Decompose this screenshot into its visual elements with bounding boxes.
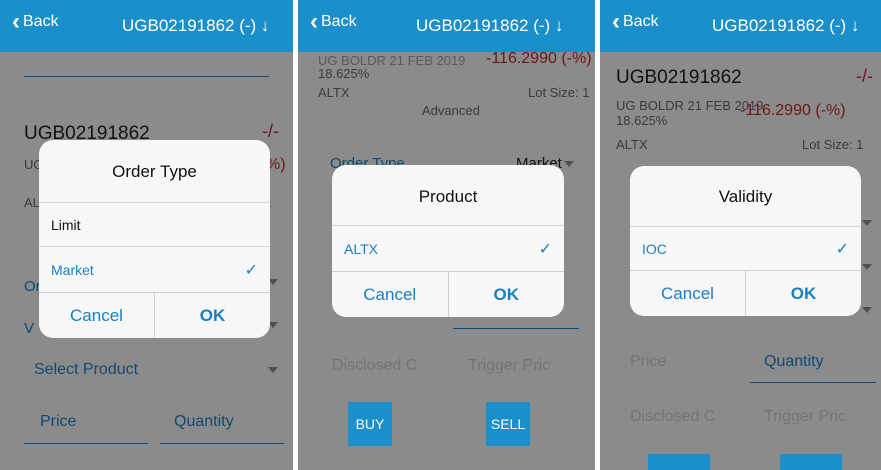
screen-title[interactable]: UGB02191862 (-) ↓	[416, 16, 563, 36]
screen-product: ‹ Back UGB02191862 (-) ↓ UG BOLDR 21 FEB…	[298, 0, 595, 470]
back-button[interactable]: ‹ Back	[12, 8, 59, 35]
option-limit[interactable]: Limit	[39, 202, 270, 246]
chevron-left-icon: ‹	[12, 8, 20, 35]
arrow-down-icon: ↓	[260, 16, 270, 35]
back-button[interactable]: ‹ Back	[612, 8, 659, 35]
chevron-left-icon: ‹	[612, 8, 620, 35]
screen-title[interactable]: UGB02191862 (-) ↓	[712, 16, 859, 36]
top-bar: ‹ Back UGB02191862 (-) ↓	[298, 0, 595, 52]
arrow-down-icon: ↓	[850, 16, 860, 35]
chevron-left-icon: ‹	[310, 8, 318, 35]
dialog-title: Validity	[718, 187, 773, 206]
ok-button[interactable]: OK	[746, 271, 861, 316]
checkmark-icon: ✓	[538, 240, 552, 258]
sell-button[interactable]	[780, 454, 842, 470]
screen-order-type: ‹ Back UGB02191862 (-) ↓ UGB02191862 -/-…	[0, 0, 293, 470]
screen-title[interactable]: UGB02191862 (-) ↓	[122, 16, 269, 36]
buy-button[interactable]: BUY	[348, 402, 392, 446]
sell-button[interactable]: SELL	[486, 402, 530, 446]
top-bar: ‹ Back UGB02191862 (-) ↓	[600, 0, 881, 52]
dialog-buttons: Cancel OK	[332, 271, 564, 317]
dialog-buttons: Cancel OK	[39, 292, 270, 338]
buy-button[interactable]	[648, 454, 710, 470]
arrow-down-icon: ↓	[554, 16, 564, 35]
option-ioc[interactable]: IOC ✓	[630, 226, 861, 270]
dialog-title: Order Type	[112, 162, 197, 181]
checkmark-icon: ✓	[244, 261, 258, 279]
back-button[interactable]: ‹ Back	[310, 8, 357, 35]
cancel-button[interactable]: Cancel	[630, 271, 746, 316]
dialog-title: Product	[418, 187, 478, 206]
top-bar: ‹ Back UGB02191862 (-) ↓	[0, 0, 293, 52]
option-altx[interactable]: ALTX ✓	[332, 225, 564, 271]
dialog-buttons: Cancel OK	[630, 270, 861, 316]
option-market[interactable]: Market ✓	[39, 246, 270, 292]
checkmark-icon: ✓	[835, 240, 849, 258]
ok-button[interactable]: OK	[449, 272, 565, 317]
validity-dialog: Validity IOC ✓ Cancel OK	[630, 166, 861, 316]
order-type-dialog: Order Type Limit Market ✓ Cancel OK	[39, 140, 270, 338]
cancel-button[interactable]: Cancel	[39, 293, 155, 338]
ok-button[interactable]: OK	[155, 293, 270, 338]
screen-validity: ‹ Back UGB02191862 (-) ↓ UGB02191862 -/-…	[600, 0, 881, 470]
product-dialog: Product ALTX ✓ Cancel OK	[332, 165, 564, 317]
cancel-button[interactable]: Cancel	[332, 272, 449, 317]
